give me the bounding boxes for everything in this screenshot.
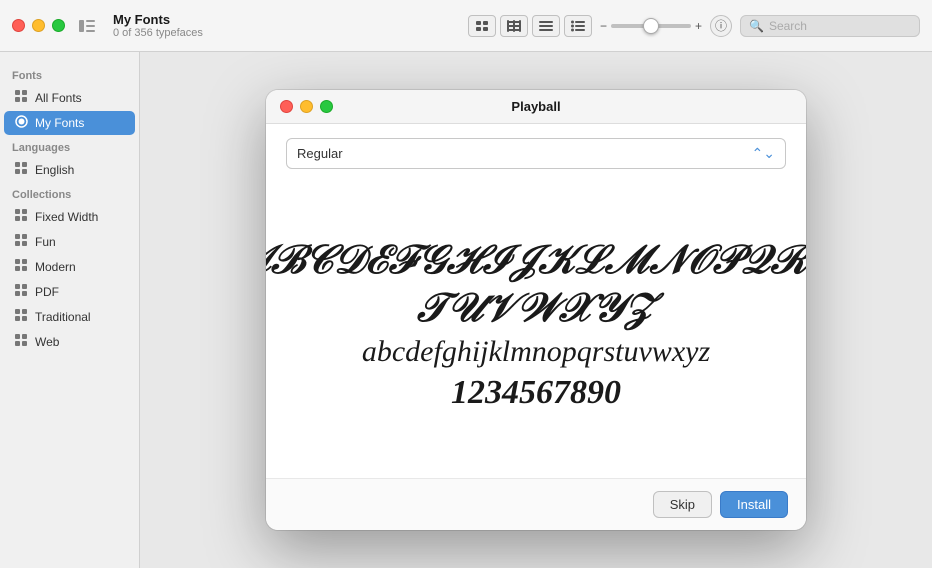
my-fonts-icon bbox=[14, 115, 28, 131]
search-icon: 🔍 bbox=[749, 19, 764, 33]
font-dialog: Playball Regular ⌃⌄ 𝒜ℬ𝒞𝒟ℰℱ𝒢ℋℐ𝒥𝒦ℒℳ𝒩𝒪𝒫𝒬ℛ𝒮 … bbox=[266, 90, 806, 530]
title-section: My Fonts 0 of 356 typefaces bbox=[113, 12, 468, 39]
dialog-traffic-lights bbox=[280, 100, 333, 113]
sidebar-item-traditional[interactable]: Traditional bbox=[4, 305, 135, 329]
dialog-maximize-button[interactable] bbox=[320, 100, 333, 113]
close-button[interactable] bbox=[12, 19, 25, 32]
slider-max-label: + bbox=[695, 19, 702, 33]
view-grid-button[interactable] bbox=[500, 15, 528, 37]
traffic-lights bbox=[12, 19, 65, 32]
main-area: Fonts All Fonts My Fonts Language bbox=[0, 52, 932, 568]
search-box: 🔍 bbox=[740, 15, 920, 37]
collections-section-label: Collections bbox=[0, 183, 139, 204]
titlebar: My Fonts 0 of 356 typefaces bbox=[0, 0, 932, 52]
languages-section-label: Languages bbox=[0, 136, 139, 157]
fun-icon bbox=[14, 234, 28, 250]
sidebar-item-fun[interactable]: Fun bbox=[4, 230, 135, 254]
preview-line-lowercase: abcdefghijklmnopqrstuvwxyz bbox=[362, 332, 710, 371]
window-subtitle: 0 of 356 typefaces bbox=[113, 27, 468, 39]
font-preview-area: 𝒜ℬ𝒞𝒟ℰℱ𝒢ℋℐ𝒥𝒦ℒℳ𝒩𝒪𝒫𝒬ℛ𝒮 𝒯𝒰𝒱𝒲𝒳𝒴𝒵 abcdefghijkl… bbox=[286, 189, 786, 462]
web-label: Web bbox=[35, 335, 59, 349]
slider-min-label: − bbox=[600, 19, 607, 33]
search-input[interactable] bbox=[769, 19, 911, 33]
view-preview-button[interactable] bbox=[468, 15, 496, 37]
pdf-label: PDF bbox=[35, 285, 59, 299]
size-slider-container: − + bbox=[600, 19, 702, 33]
view-sample-button[interactable] bbox=[532, 15, 560, 37]
sidebar-item-modern[interactable]: Modern bbox=[4, 255, 135, 279]
sidebar-item-pdf[interactable]: PDF bbox=[4, 280, 135, 304]
skip-button[interactable]: Skip bbox=[653, 491, 712, 518]
traditional-label: Traditional bbox=[35, 310, 91, 324]
fixed-width-label: Fixed Width bbox=[35, 210, 98, 224]
minimize-button[interactable] bbox=[32, 19, 45, 32]
sidebar-item-my-fonts[interactable]: My Fonts bbox=[4, 111, 135, 135]
english-icon bbox=[14, 162, 28, 178]
sidebar-item-english[interactable]: English bbox=[4, 158, 135, 182]
all-fonts-icon bbox=[14, 90, 28, 106]
font-selector-arrow-icon: ⌃⌄ bbox=[752, 145, 775, 162]
fixed-width-icon bbox=[14, 209, 28, 225]
font-style-label: Regular bbox=[297, 146, 752, 161]
web-icon bbox=[14, 334, 28, 350]
toolbar-view-buttons bbox=[468, 15, 592, 37]
pdf-icon bbox=[14, 284, 28, 300]
sidebar-toggle-button[interactable] bbox=[77, 16, 97, 36]
window-title: My Fonts bbox=[113, 12, 468, 27]
dialog-titlebar: Playball bbox=[266, 90, 806, 124]
info-button[interactable]: ⓘ bbox=[710, 15, 732, 37]
sidebar-item-web[interactable]: Web bbox=[4, 330, 135, 354]
content-area: Playball Regular ⌃⌄ 𝒜ℬ𝒞𝒟ℰℱ𝒢ℋℐ𝒥𝒦ℒℳ𝒩𝒪𝒫𝒬ℛ𝒮 … bbox=[140, 52, 932, 568]
modern-label: Modern bbox=[35, 260, 76, 274]
maximize-button[interactable] bbox=[52, 19, 65, 32]
all-fonts-label: All Fonts bbox=[35, 91, 82, 105]
modern-icon bbox=[14, 259, 28, 275]
preview-line-numbers: 1234567890 bbox=[451, 371, 621, 415]
fonts-section-label: Fonts bbox=[0, 64, 139, 85]
my-fonts-label: My Fonts bbox=[35, 116, 84, 130]
sidebar: Fonts All Fonts My Fonts Language bbox=[0, 52, 140, 568]
english-label: English bbox=[35, 163, 74, 177]
preview-line-uppercase-2: 𝒯𝒰𝒱𝒲𝒳𝒴𝒵 bbox=[417, 284, 655, 332]
dialog-close-button[interactable] bbox=[280, 100, 293, 113]
dialog-title: Playball bbox=[511, 99, 560, 114]
preview-line-uppercase-1: 𝒜ℬ𝒞𝒟ℰℱ𝒢ℋℐ𝒥𝒦ℒℳ𝒩𝒪𝒫𝒬ℛ𝒮 bbox=[266, 236, 806, 284]
traditional-icon bbox=[14, 309, 28, 325]
font-style-selector[interactable]: Regular ⌃⌄ bbox=[286, 138, 786, 169]
dialog-minimize-button[interactable] bbox=[300, 100, 313, 113]
install-button[interactable]: Install bbox=[720, 491, 788, 518]
dialog-footer: Skip Install bbox=[266, 478, 806, 530]
view-list-button[interactable] bbox=[564, 15, 592, 37]
dialog-body: Regular ⌃⌄ 𝒜ℬ𝒞𝒟ℰℱ𝒢ℋℐ𝒥𝒦ℒℳ𝒩𝒪𝒫𝒬ℛ𝒮 𝒯𝒰𝒱𝒲𝒳𝒴𝒵 a… bbox=[266, 124, 806, 478]
fun-label: Fun bbox=[35, 235, 56, 249]
size-slider[interactable] bbox=[611, 24, 691, 28]
sidebar-item-fixed-width[interactable]: Fixed Width bbox=[4, 205, 135, 229]
sidebar-item-all-fonts[interactable]: All Fonts bbox=[4, 86, 135, 110]
